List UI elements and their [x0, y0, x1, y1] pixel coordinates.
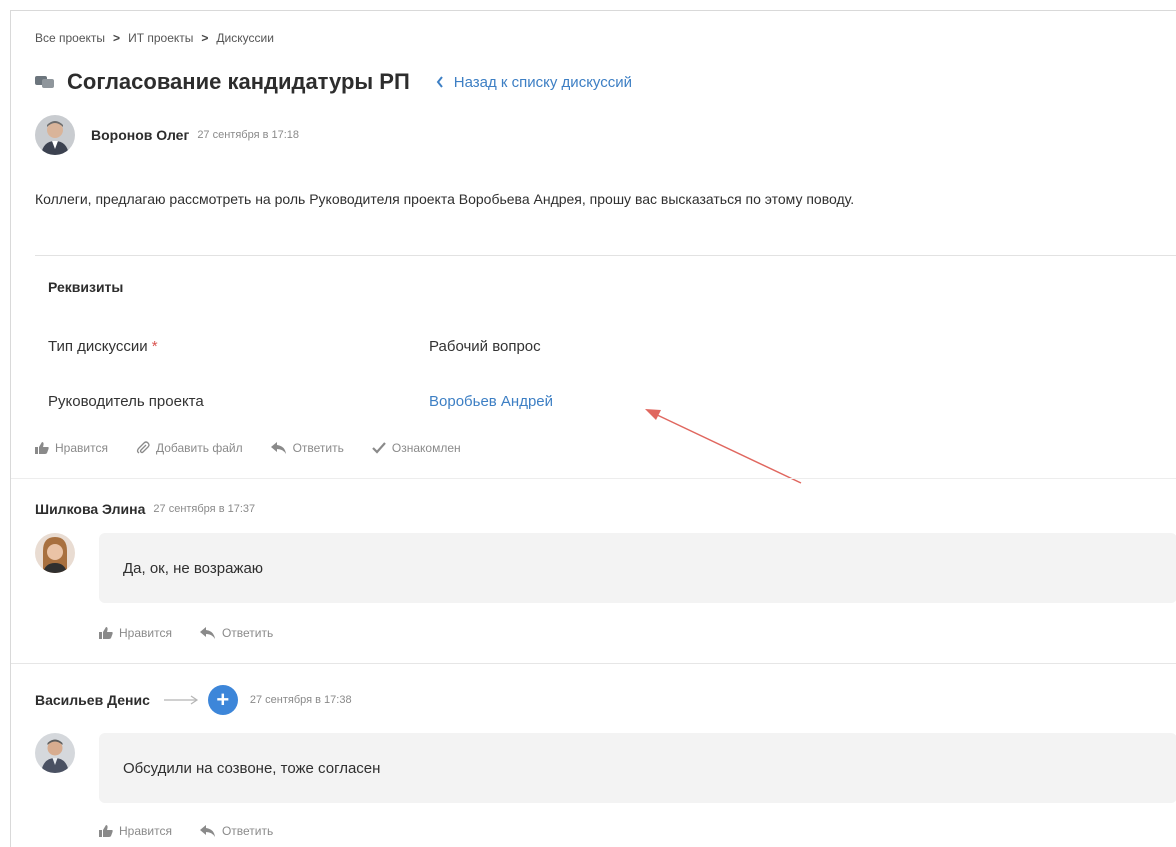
reply-label: Ответить	[221, 824, 274, 838]
field-value-project-manager-link[interactable]: Воробьев Андрей	[429, 393, 553, 410]
like-button[interactable]: Нравится	[35, 441, 108, 455]
checkmark-icon	[372, 442, 386, 454]
annotation-arrow	[645, 409, 802, 484]
breadcrumb-separator: >	[201, 31, 209, 45]
back-link-label: Назад к списку дискуссий	[453, 73, 633, 91]
comment-header: Васильев Денис + 27 сентября в 17:38	[35, 685, 352, 715]
reply-icon	[199, 627, 215, 639]
breadcrumb-separator: >	[113, 31, 121, 45]
reply-icon	[270, 442, 286, 454]
comment-date: 27 сентября в 17:38	[249, 694, 352, 706]
comment-date: 27 сентября в 17:37	[153, 503, 256, 515]
comment-actions: Нравится Ответить	[99, 824, 273, 838]
breadcrumb-item-discussions[interactable]: Дискуссии	[216, 31, 274, 45]
like-button[interactable]: Нравится	[99, 824, 172, 838]
field-label-project-manager: Руководитель проекта	[48, 393, 204, 410]
page-title: Согласование кандидатуры РП	[67, 69, 410, 94]
add-file-label: Добавить файл	[155, 441, 243, 455]
requisites-title: Реквизиты	[48, 279, 124, 295]
field-label-text: Тип дискуссии	[48, 338, 148, 355]
acknowledge-button[interactable]: Ознакомлен	[372, 441, 461, 455]
add-recipient-button[interactable]: +	[207, 685, 238, 715]
comment-author-name[interactable]: Васильев Денис	[35, 692, 150, 708]
required-mark: *	[151, 338, 158, 355]
divider	[35, 255, 1176, 256]
avatar[interactable]	[35, 115, 75, 155]
comment-author-name[interactable]: Шилкова Элина	[35, 501, 145, 517]
reply-label: Ответить	[292, 441, 344, 455]
arrow-right-icon	[163, 695, 198, 705]
reply-button[interactable]: Ответить	[199, 824, 274, 838]
reply-label: Ответить	[221, 626, 274, 640]
field-value-discussion-type: Рабочий вопрос	[429, 338, 541, 355]
comment-header: Шилкова Элина 27 сентября в 17:37	[35, 501, 255, 517]
post-actions: Нравится Добавить файл Ответить Ознакомл…	[35, 441, 461, 455]
back-to-discussions-link[interactable]: Назад к списку дискуссий	[436, 74, 632, 91]
field-label-discussion-type: Тип дискуссии *	[48, 338, 158, 355]
post-date: 27 сентября в 17:18	[197, 129, 300, 141]
reply-button[interactable]: Ответить	[199, 626, 274, 640]
discussion-icon	[35, 74, 55, 90]
paperclip-icon	[136, 441, 150, 454]
like-button[interactable]: Нравится	[99, 626, 172, 640]
post-text: Коллеги, предлагаю рассмотреть на роль Р…	[35, 191, 855, 207]
add-file-button[interactable]: Добавить файл	[136, 441, 243, 455]
avatar[interactable]	[35, 733, 75, 773]
discussion-page: Все проекты > ИТ проекты > Дискуссии Сог…	[10, 10, 1176, 847]
breadcrumb-item-it-projects[interactable]: ИТ проекты	[128, 31, 193, 45]
comment-bubble: Обсудили на созвоне, тоже согласен	[99, 733, 1176, 803]
reply-button[interactable]: Ответить	[270, 441, 344, 455]
thumbs-up-icon	[99, 627, 113, 639]
post-author-name[interactable]: Воронов Олег	[91, 127, 189, 143]
page-header: Согласование кандидатуры РП Назад к спис…	[35, 69, 632, 95]
comment-text: Да, ок, не возражаю	[123, 559, 264, 577]
acknowledge-label: Ознакомлен	[391, 441, 461, 455]
comment-text: Обсудили на созвоне, тоже согласен	[123, 759, 381, 777]
comment-actions: Нравится Ответить	[99, 626, 273, 640]
thumbs-up-icon	[35, 442, 49, 454]
like-label: Нравится	[55, 441, 108, 455]
breadcrumb-item-all-projects[interactable]: Все проекты	[35, 31, 105, 45]
divider	[11, 478, 1176, 479]
reply-icon	[199, 825, 215, 837]
like-label: Нравится	[119, 626, 172, 640]
like-label: Нравится	[119, 824, 172, 838]
avatar[interactable]	[35, 533, 75, 573]
breadcrumb: Все проекты > ИТ проекты > Дискуссии	[35, 31, 274, 45]
post-author-row: Воронов Олег 27 сентября в 17:18	[35, 115, 299, 155]
thumbs-up-icon	[99, 825, 113, 837]
divider	[11, 663, 1176, 664]
chevron-left-icon	[436, 76, 443, 88]
comment-bubble: Да, ок, не возражаю	[99, 533, 1176, 603]
